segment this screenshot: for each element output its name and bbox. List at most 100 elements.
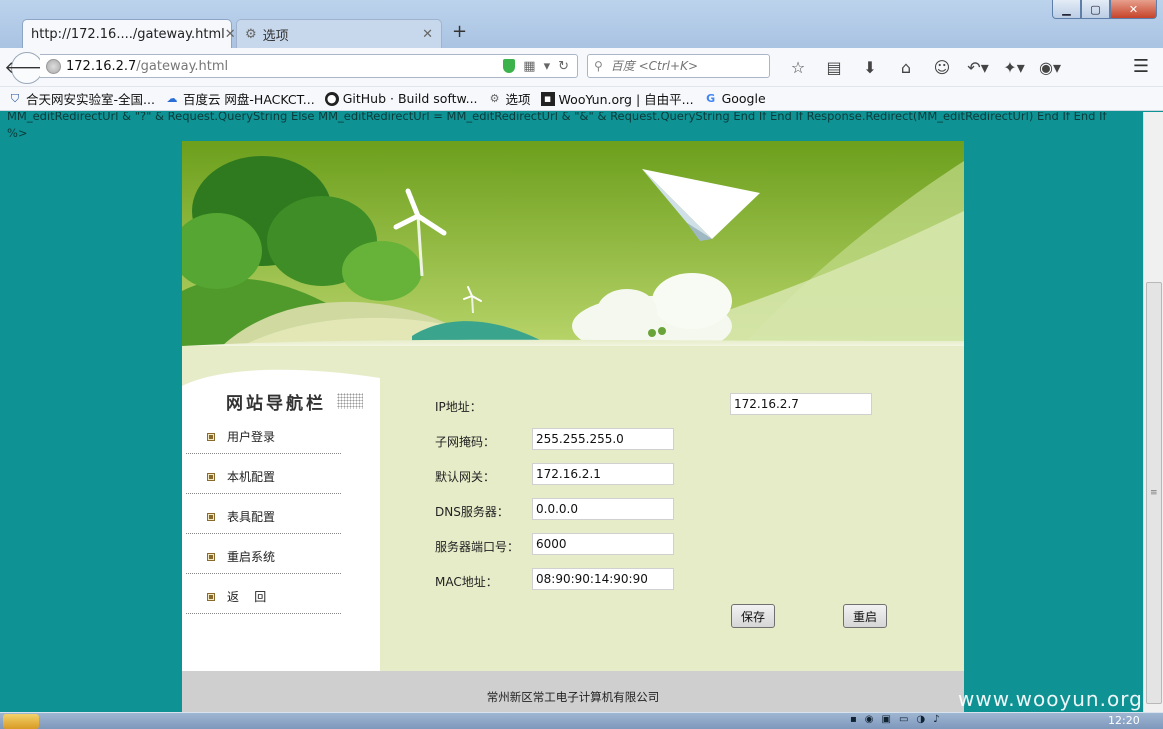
bookmark-item[interactable]: ☁ 百度云 网盘-HACKCT... bbox=[165, 89, 315, 108]
mac-label: MAC地址： bbox=[435, 575, 498, 589]
ip-address-field[interactable] bbox=[730, 393, 872, 415]
ip-label: IP地址： bbox=[435, 400, 482, 414]
bullet-icon bbox=[207, 553, 215, 561]
dropdown-arrow-icon[interactable]: ▾ bbox=[544, 59, 551, 74]
back-button[interactable]: 🡐 bbox=[4, 52, 50, 84]
bookmark-label: 百度云 网盘-HACKCT... bbox=[182, 92, 315, 107]
minimize-button[interactable]: ▁ bbox=[1052, 0, 1081, 19]
navigation-toolbar: 🡐 172.16.2.7/gateway.html ▦ ▾ ↻ ⚲ ☆ ▤ ⬇ … bbox=[0, 48, 1163, 87]
chat-icon[interactable]: ☺ bbox=[924, 56, 960, 78]
bookmark-item[interactable]: ⚙ 选项 bbox=[488, 89, 531, 108]
navigation-sidebar: 网站导航栏 用户登录 本机配置 表具配置 重启系统 返 回 bbox=[182, 346, 380, 671]
footer-company: 常州新区常工电子计算机有限公司 bbox=[486, 690, 660, 704]
nav-item-meter-config[interactable]: 表具配置 bbox=[186, 499, 341, 534]
subnet-label: 子网掩码： bbox=[435, 435, 496, 449]
dns-server-field[interactable] bbox=[532, 498, 674, 520]
maximize-button[interactable]: ▢ bbox=[1081, 0, 1110, 19]
bullet-icon bbox=[207, 433, 215, 441]
bullet-icon bbox=[207, 593, 215, 601]
bookmark-label: 选项 bbox=[505, 92, 531, 107]
port-label: 服务器端口号： bbox=[435, 540, 520, 554]
bookmark-star-icon[interactable]: ☆ bbox=[780, 56, 816, 78]
gear-icon: ⚙ bbox=[489, 92, 500, 105]
network-config-form: IP地址： 子网掩码： 默认网关： DNS服务器： 服务器端口号： MAC地址：… bbox=[380, 346, 964, 671]
save-button[interactable]: 保存 bbox=[731, 604, 776, 628]
watermark: www.wooyun.org bbox=[958, 687, 1143, 711]
qr-code-icon[interactable]: ▦ bbox=[523, 59, 535, 74]
cloud-icon: ☁ bbox=[166, 92, 178, 105]
close-window-button[interactable]: ✕ bbox=[1110, 0, 1157, 19]
tray-icon[interactable]: ◑ bbox=[916, 714, 925, 725]
nav-title-dots bbox=[337, 393, 363, 409]
tray-icon[interactable]: ▣ bbox=[882, 714, 891, 725]
page-footer: 常州新区常工电子计算机有限公司 bbox=[182, 671, 964, 712]
gear-icon: ⚙ bbox=[245, 26, 257, 42]
gateway-label: 默认网关： bbox=[435, 470, 496, 484]
subnet-mask-field[interactable] bbox=[532, 428, 674, 450]
menu-icon[interactable]: ☰ bbox=[1133, 56, 1149, 77]
grip-icon: ≡ bbox=[1150, 488, 1158, 498]
bookmark-label: WooYun.org | 自由平... bbox=[558, 92, 694, 107]
tab-label: http://172.16..../gateway.html bbox=[31, 26, 225, 42]
tab-label: 选项 bbox=[262, 28, 289, 44]
home-icon[interactable]: ⌂ bbox=[888, 56, 924, 78]
url-bar[interactable]: 172.16.2.7/gateway.html ▦ ▾ ↻ bbox=[40, 54, 578, 78]
window-controls: ▁ ▢ ✕ bbox=[1052, 0, 1157, 19]
nav-label: 用户登录 bbox=[227, 430, 276, 444]
bullet-icon bbox=[207, 513, 215, 521]
taskbar: ▪ ◉ ▣ ▭ ◑ ♪ 12:20 bbox=[0, 712, 1163, 729]
bookmark-label: GitHub · Build softw... bbox=[342, 91, 478, 106]
search-box[interactable]: ⚲ bbox=[587, 54, 770, 78]
default-gateway-field[interactable] bbox=[532, 463, 674, 485]
bookmark-item[interactable]: ⛉ 合天网安实验室-全国... bbox=[8, 89, 155, 108]
nav-item-local-config[interactable]: 本机配置 bbox=[186, 459, 341, 494]
mac-address-field[interactable] bbox=[532, 568, 674, 590]
system-tray: ▪ ◉ ▣ ▭ ◑ ♪ bbox=[850, 714, 940, 725]
bookmark-item[interactable]: G Google bbox=[704, 91, 766, 106]
tab-options[interactable]: ⚙ 选项 ✕ bbox=[236, 19, 442, 48]
github-icon: ● bbox=[324, 91, 339, 106]
download-icon[interactable]: ⬇ bbox=[852, 56, 888, 78]
bookmark-item[interactable]: ● GitHub · Build softw... bbox=[324, 91, 478, 106]
gateway-site: 网站导航栏 用户登录 本机配置 表具配置 重启系统 返 回 IP地址： 172.… bbox=[182, 141, 964, 712]
tray-icon[interactable]: ◉ bbox=[865, 714, 874, 725]
dns-label: DNS服务器： bbox=[435, 505, 509, 519]
leaked-asp-code: MM_editRedirectUrl & "?" & Request.Query… bbox=[7, 112, 1107, 140]
main-body: 网站导航栏 用户登录 本机配置 表具配置 重启系统 返 回 IP地址： 172.… bbox=[182, 346, 964, 671]
tab-gateway[interactable]: http://172.16..../gateway.html ✕ bbox=[22, 19, 236, 48]
search-input[interactable] bbox=[608, 58, 753, 74]
reload-icon[interactable]: ↻ bbox=[558, 59, 569, 74]
bullet-icon bbox=[207, 473, 215, 481]
addon-icon[interactable]: ◉▾ bbox=[1032, 56, 1068, 78]
nav-item-restart-system[interactable]: 重启系统 bbox=[186, 539, 341, 574]
clock: 12:20 bbox=[1108, 714, 1140, 727]
toolbar-icons: ☆ ▤ ⬇ ⌂ ☺ ↶▾ ✦▾ ◉▾ bbox=[780, 56, 1068, 78]
nav-label: 重启系统 bbox=[227, 550, 276, 564]
reading-list-icon[interactable]: ▤ bbox=[816, 56, 852, 78]
server-port-field[interactable] bbox=[532, 533, 674, 555]
close-tab-icon[interactable]: ✕ bbox=[422, 27, 433, 42]
shield-icon[interactable] bbox=[503, 59, 516, 73]
tray-icon[interactable]: ♪ bbox=[933, 714, 939, 725]
start-button[interactable] bbox=[3, 714, 39, 729]
window-titlebar: ▁ ▢ ✕ http://172.16..../gateway.html ✕ ⚙… bbox=[0, 0, 1163, 48]
nav-item-back[interactable]: 返 回 bbox=[186, 579, 341, 614]
restart-button[interactable]: 重启 bbox=[843, 604, 888, 628]
nav-item-user-login[interactable]: 用户登录 bbox=[186, 419, 341, 454]
tray-icon[interactable]: ▭ bbox=[899, 714, 908, 725]
scrollbar-thumb[interactable]: ≡ bbox=[1146, 282, 1162, 704]
close-tab-icon[interactable]: ✕ bbox=[225, 27, 236, 42]
header-banner bbox=[182, 141, 964, 346]
shield-icon: ⛉ bbox=[10, 91, 20, 105]
sidebar-curve bbox=[182, 346, 380, 386]
nav-title: 网站导航栏 bbox=[226, 394, 326, 414]
extension-icon[interactable]: ✦▾ bbox=[996, 56, 1032, 78]
tray-icon[interactable]: ▪ bbox=[850, 714, 857, 725]
bookmark-item[interactable]: ▪ WooYun.org | 自由平... bbox=[540, 89, 694, 108]
new-tab-button[interactable]: + bbox=[452, 21, 467, 42]
nav-label: 返 回 bbox=[227, 590, 267, 604]
page-scrollbar[interactable]: ≡ bbox=[1143, 112, 1163, 712]
bookmark-label: 合天网安实验室-全国... bbox=[26, 92, 155, 107]
undo-icon[interactable]: ↶▾ bbox=[960, 56, 996, 78]
search-icon: ⚲ bbox=[594, 59, 603, 73]
